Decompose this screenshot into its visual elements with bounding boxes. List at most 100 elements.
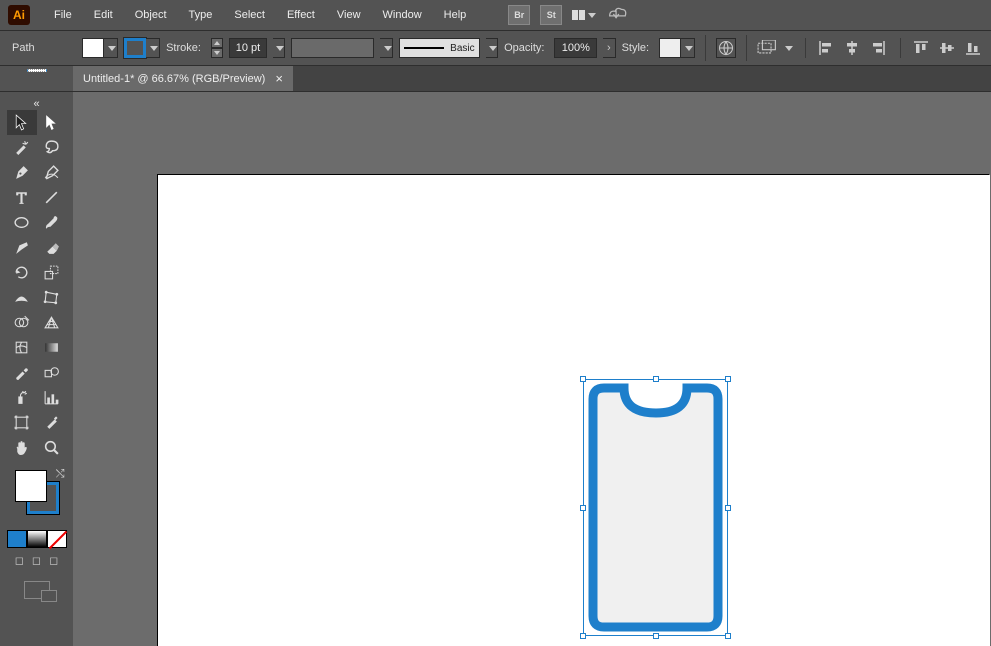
menu-view[interactable]: View — [327, 5, 371, 25]
shaper-tool[interactable] — [7, 235, 37, 260]
rotate-tool[interactable] — [7, 260, 37, 285]
slice-tool[interactable] — [37, 410, 67, 435]
align-hcenter-button[interactable] — [842, 38, 862, 58]
opacity-dropdown[interactable]: › — [603, 38, 615, 58]
resize-handle-tl[interactable] — [580, 376, 586, 382]
direct-selection-tool[interactable] — [37, 110, 67, 135]
selection-bounding-box[interactable] — [583, 379, 728, 636]
resize-handle-tm[interactable] — [653, 376, 659, 382]
menu-object[interactable]: Object — [125, 5, 177, 25]
chevron-down-icon — [384, 46, 392, 51]
brush-definition[interactable]: Basic — [399, 38, 480, 58]
menu-select[interactable]: Select — [224, 5, 275, 25]
align-top-button[interactable] — [911, 38, 931, 58]
app-logo: Ai — [8, 5, 30, 25]
fill-dropdown[interactable] — [104, 38, 118, 58]
stock-button[interactable]: St — [540, 5, 562, 25]
resize-handle-ml[interactable] — [580, 505, 586, 511]
tools-panel-header[interactable] — [0, 66, 73, 91]
variable-width-profile[interactable] — [291, 38, 374, 58]
align-vcenter-button[interactable] — [937, 38, 957, 58]
width-tool[interactable] — [7, 285, 37, 310]
perspective-grid-tool[interactable] — [37, 310, 67, 335]
zoom-tool[interactable] — [37, 435, 67, 460]
resize-handle-bm[interactable] — [653, 633, 659, 639]
collapse-panel-icon[interactable]: « — [33, 98, 39, 110]
draw-inside-icon[interactable]: ◻ — [49, 554, 58, 567]
menu-type[interactable]: Type — [179, 5, 223, 25]
eyedropper-tool[interactable] — [7, 360, 37, 385]
align-to-button[interactable] — [757, 38, 776, 58]
resize-handle-mr[interactable] — [725, 505, 731, 511]
align-bottom-button[interactable] — [963, 38, 983, 58]
stroke-weight-dropdown[interactable] — [273, 38, 285, 58]
separator — [746, 35, 747, 61]
drawing-mode-buttons: ◻ ◻ ◻ — [15, 554, 58, 567]
curvature-tool[interactable] — [37, 160, 67, 185]
ellipse-tool[interactable] — [7, 210, 37, 235]
tool-grid — [7, 110, 67, 460]
magic-wand-tool[interactable] — [7, 135, 37, 160]
gpu-preview-icon[interactable] — [606, 6, 628, 25]
document-tab[interactable]: Untitled-1* @ 66.67% (RGB/Preview) × — [73, 66, 293, 91]
stroke-swatch[interactable] — [124, 38, 160, 58]
free-transform-tool[interactable] — [37, 285, 67, 310]
bridge-button[interactable]: Br — [508, 5, 530, 25]
pen-tool[interactable] — [7, 160, 37, 185]
resize-handle-tr[interactable] — [725, 376, 731, 382]
style-label: Style: — [622, 42, 650, 54]
arrange-documents-button[interactable] — [572, 10, 596, 20]
style-dropdown[interactable] — [681, 38, 695, 58]
lasso-tool[interactable] — [37, 135, 67, 160]
gradient-tool[interactable] — [37, 335, 67, 360]
graphic-style[interactable] — [659, 38, 695, 58]
selection-tool[interactable] — [7, 110, 37, 135]
swap-fill-stroke-icon[interactable]: ⤭ — [56, 468, 65, 481]
screen-mode-button[interactable] — [24, 581, 50, 599]
align-right-button[interactable] — [868, 38, 888, 58]
eraser-tool[interactable] — [37, 235, 67, 260]
color-mode-buttons — [7, 530, 67, 548]
blend-tool[interactable] — [37, 360, 67, 385]
menu-effect[interactable]: Effect — [277, 5, 325, 25]
canvas[interactable] — [73, 92, 991, 646]
draw-normal-icon[interactable]: ◻ — [15, 554, 24, 567]
resize-handle-br[interactable] — [725, 633, 731, 639]
menu-window[interactable]: Window — [373, 5, 432, 25]
color-button[interactable] — [7, 530, 27, 548]
fill-swatch[interactable] — [82, 38, 118, 58]
shape-builder-tool[interactable] — [7, 310, 37, 335]
chevron-down-icon — [588, 13, 596, 18]
stroke-dropdown[interactable] — [146, 38, 160, 58]
mesh-tool[interactable] — [7, 335, 37, 360]
gradient-button[interactable] — [27, 530, 47, 548]
fill-indicator[interactable] — [15, 470, 47, 502]
fill-stroke-indicator[interactable]: ⤭ — [15, 470, 59, 514]
symbol-sprayer-tool[interactable] — [7, 385, 37, 410]
artboard — [158, 175, 990, 646]
line-segment-tool[interactable] — [37, 185, 67, 210]
close-tab-button[interactable]: × — [275, 71, 283, 86]
align-group-vertical — [900, 38, 983, 58]
menu-help[interactable]: Help — [434, 5, 477, 25]
stroke-weight-spinner[interactable] — [211, 38, 223, 58]
opacity-field[interactable]: 100% — [554, 38, 597, 58]
resize-handle-bl[interactable] — [580, 633, 586, 639]
align-left-button[interactable] — [816, 38, 836, 58]
paintbrush-tool[interactable] — [37, 210, 67, 235]
type-tool[interactable] — [7, 185, 37, 210]
stroke-weight-field[interactable]: 10 pt — [229, 38, 266, 58]
document-tab-title: Untitled-1* @ 66.67% (RGB/Preview) — [83, 73, 265, 85]
menu-edit[interactable]: Edit — [84, 5, 123, 25]
brush-stroke-icon — [404, 47, 444, 49]
variable-width-dropdown[interactable] — [380, 38, 392, 58]
brush-dropdown[interactable] — [486, 38, 498, 58]
column-graph-tool[interactable] — [37, 385, 67, 410]
menu-file[interactable]: File — [44, 5, 82, 25]
draw-behind-icon[interactable]: ◻ — [32, 554, 41, 567]
none-button[interactable] — [47, 530, 67, 548]
hand-tool[interactable] — [7, 435, 37, 460]
artboard-tool[interactable] — [7, 410, 37, 435]
scale-tool[interactable] — [37, 260, 67, 285]
recolor-artwork-button[interactable] — [716, 38, 736, 58]
